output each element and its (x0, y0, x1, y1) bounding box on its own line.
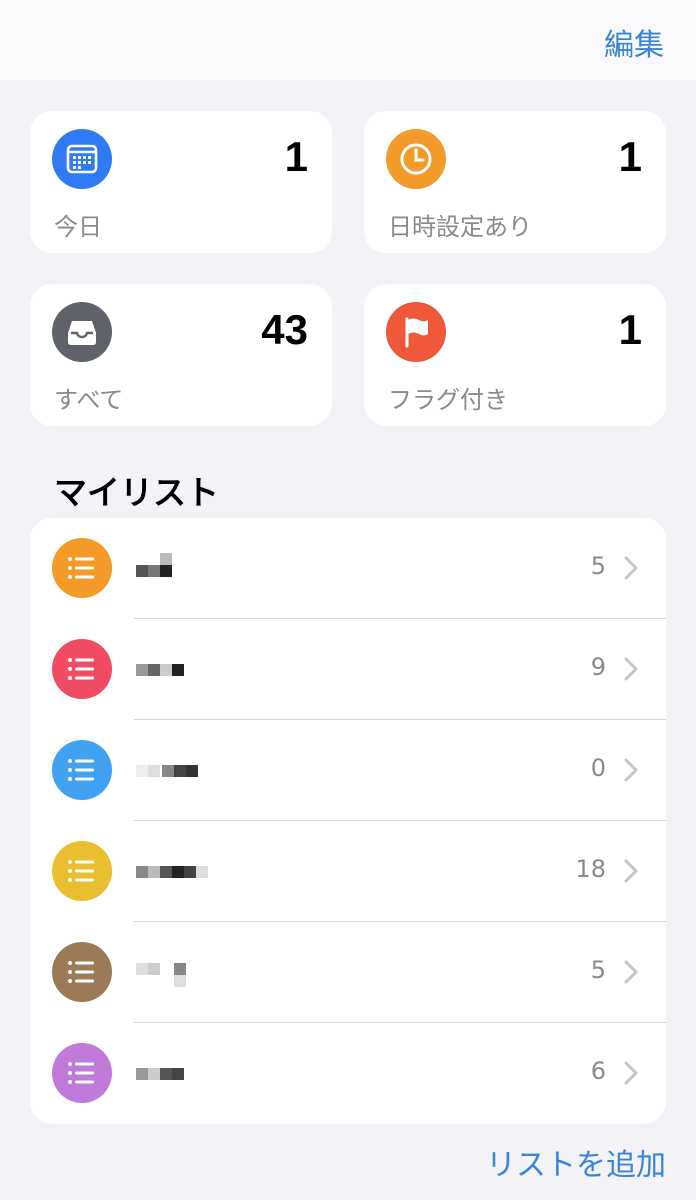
list-name-redacted (136, 551, 176, 585)
list-bullet-icon (52, 1043, 112, 1103)
list-count: 9 (590, 653, 606, 681)
chevron-right-icon (624, 960, 638, 984)
list-count: 5 (590, 552, 606, 580)
list-item[interactable]: 5 (30, 922, 666, 1023)
list-bullet-icon (52, 841, 112, 901)
chevron-right-icon (624, 1061, 638, 1085)
flagged-count: 1 (618, 306, 642, 353)
list-item[interactable]: 6 (30, 1023, 666, 1124)
list-name-redacted (136, 652, 188, 686)
smart-list-scheduled[interactable]: 1 日時設定あり (364, 111, 666, 253)
navigation-bar: 編集 (0, 0, 696, 80)
chevron-right-icon (624, 758, 638, 782)
scheduled-count: 1 (618, 133, 642, 180)
list-name-redacted (136, 753, 200, 787)
all-label: すべて (54, 386, 124, 414)
edit-button[interactable]: 編集 (604, 20, 664, 64)
smart-list-all[interactable]: 43 すべて (30, 284, 332, 426)
clock-icon (386, 129, 446, 189)
chevron-right-icon (624, 859, 638, 883)
list-item[interactable]: 9 (30, 619, 666, 720)
list-count: 0 (590, 754, 606, 782)
all-count: 43 (261, 306, 308, 353)
flagged-label: フラグ付き (388, 386, 508, 414)
smart-list-today[interactable]: 1 今日 (30, 111, 332, 253)
list-count: 6 (590, 1057, 606, 1085)
chevron-right-icon (624, 657, 638, 681)
list-item[interactable]: 5 (30, 518, 666, 619)
chevron-right-icon (624, 556, 638, 580)
scheduled-label: 日時設定あり (388, 213, 532, 241)
list-name-redacted (136, 1056, 188, 1090)
list-bullet-icon (52, 942, 112, 1002)
smart-list-flagged[interactable]: 1 フラグ付き (364, 284, 666, 426)
list-name-redacted (136, 955, 188, 989)
list-bullet-icon (52, 740, 112, 800)
my-lists-card: 5 9 0 18 5 6 (30, 518, 666, 1124)
add-list-button[interactable]: リストを追加 (486, 1140, 666, 1184)
my-lists-title: マイリスト (54, 473, 219, 512)
list-item[interactable]: 18 (30, 821, 666, 922)
calendar-icon (52, 129, 112, 189)
flag-icon (386, 302, 446, 362)
list-item[interactable]: 0 (30, 720, 666, 821)
tray-icon (52, 302, 112, 362)
list-count: 5 (590, 956, 606, 984)
list-bullet-icon (52, 639, 112, 699)
list-name-redacted (136, 854, 212, 888)
list-count: 18 (575, 855, 606, 883)
today-label: 今日 (54, 213, 102, 241)
today-count: 1 (284, 133, 308, 180)
list-bullet-icon (52, 538, 112, 598)
